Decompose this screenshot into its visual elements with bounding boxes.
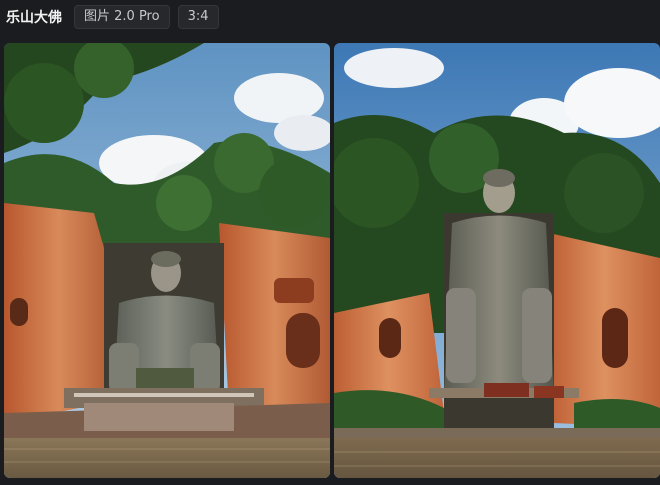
ratio-tag[interactable]: 3:4	[177, 5, 219, 29]
leshan-buddha-image-2[interactable]	[334, 43, 660, 478]
top-bar: 乐山大佛 图片 2.0 Pro 3:4	[0, 0, 660, 34]
prompt-title: 乐山大佛	[6, 10, 62, 26]
model-tag[interactable]: 图片 2.0 Pro	[74, 5, 170, 29]
leshan-buddha-image-1[interactable]	[4, 43, 330, 478]
image-grid	[4, 43, 660, 478]
